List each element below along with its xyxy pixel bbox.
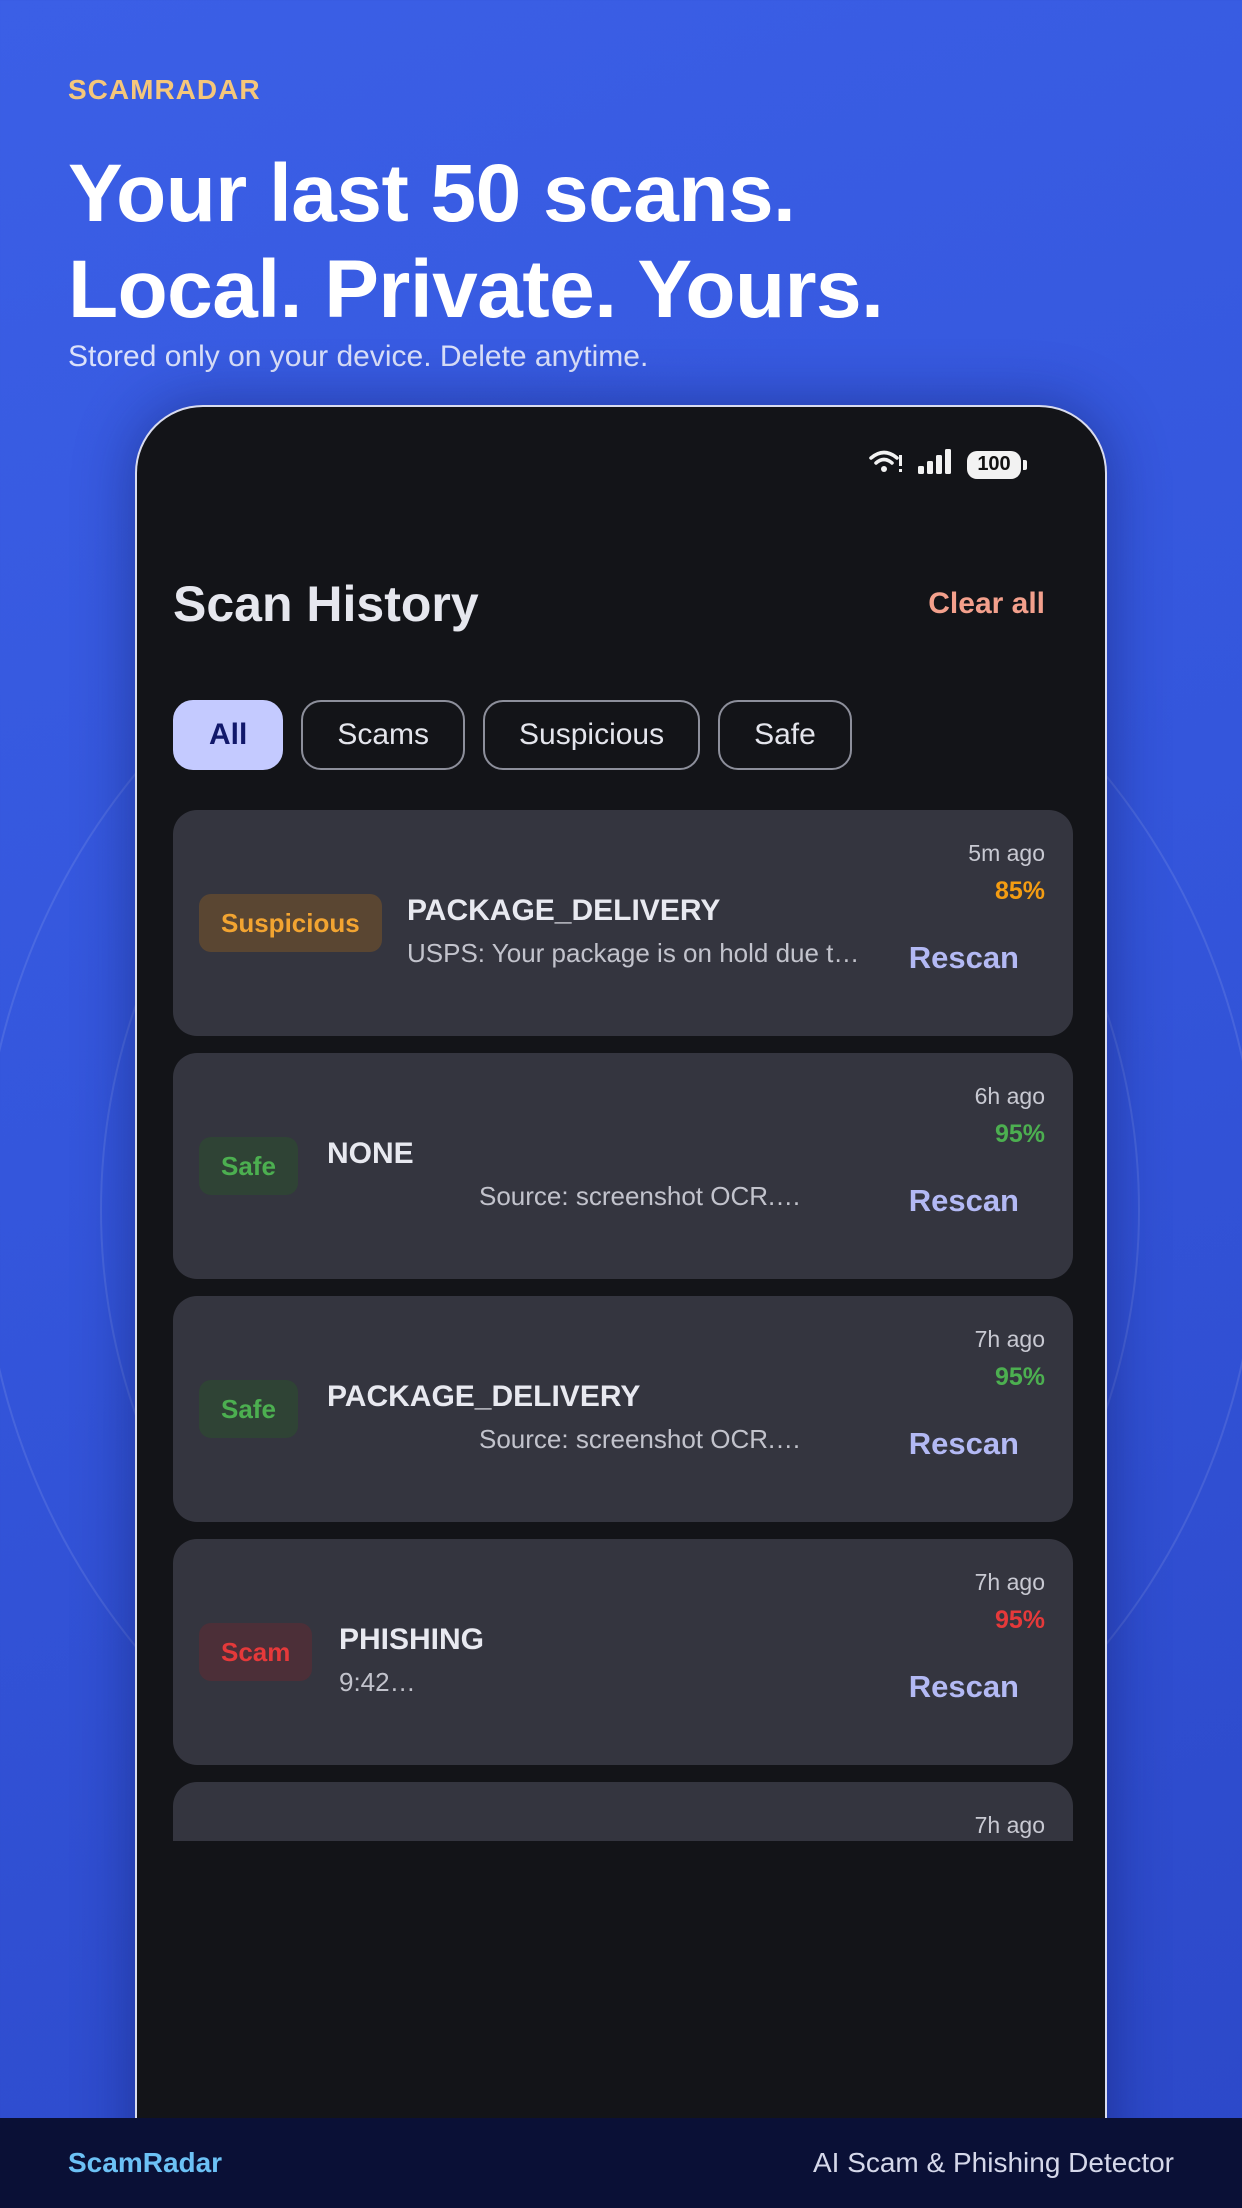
rescan-button[interactable]: Rescan (909, 1426, 1019, 1462)
promo-subline: Stored only on your device. Delete anyti… (68, 340, 649, 373)
footer-tagline: AI Scam & Phishing Detector (812, 2147, 1174, 2178)
rescan-button[interactable]: Rescan (909, 940, 1019, 976)
promo-headline-line2: Local. Private. Yours. (68, 244, 884, 335)
footer-brand: ScamRadar (68, 2147, 223, 2178)
status-badge: Safe (199, 1137, 298, 1195)
scan-time: 5m ago (968, 840, 1045, 866)
promo-headline-line1: Your last 50 scans. (68, 148, 796, 239)
scan-category: NONE (327, 1137, 414, 1170)
phone-frame: 100 Scan History Clear all All Scams Sus… (135, 405, 1107, 2208)
rescan-button[interactable]: Rescan (909, 1183, 1019, 1219)
scan-preview: Source: screenshot OCR.… (479, 1181, 802, 1211)
scan-confidence: 85% (994, 877, 1045, 905)
scan-card[interactable]: Safe NONE Source: screenshot OCR.… 6h ag… (173, 1053, 1073, 1279)
scan-card[interactable]: Safe PACKAGE_DELIVERY Source: screenshot… (173, 1296, 1073, 1522)
scan-category: PACKAGE_DELIVERY (407, 894, 721, 927)
scan-card[interactable]: 7h ago (173, 1782, 1073, 1841)
status-badge: Safe (199, 1380, 298, 1438)
promo-headline: Your last 50 scans. Local. Private. Your… (68, 146, 884, 338)
scan-time: 7h ago (974, 1326, 1045, 1352)
filter-chips: All Scams Suspicious Safe (173, 700, 852, 770)
scan-card[interactable]: Scam PHISHING 9:42… 7h ago 95% Rescan (173, 1539, 1073, 1765)
scan-time: 7h ago (974, 1812, 1045, 1838)
battery-icon: 100 (967, 450, 1027, 479)
rescan-button[interactable]: Rescan (909, 1669, 1019, 1705)
scan-preview: Source: screenshot OCR.… (479, 1424, 802, 1454)
scan-category: PHISHING (339, 1623, 485, 1656)
status-badge: Scam (199, 1623, 313, 1681)
scan-time: 6h ago (974, 1083, 1045, 1109)
promo-brand: SCAMRADAR (68, 74, 261, 105)
scan-confidence: 95% (994, 1606, 1045, 1634)
scan-confidence: 95% (994, 1120, 1045, 1148)
filter-chip-suspicious[interactable]: Suspicious (483, 700, 701, 770)
scan-card[interactable]: Suspicious PACKAGE_DELIVERY USPS: Your p… (173, 810, 1073, 1036)
filter-chip-all[interactable]: All (173, 700, 284, 770)
filter-chip-safe[interactable]: Safe (718, 700, 852, 770)
page-title: Scan History (173, 576, 479, 632)
filter-chip-scams[interactable]: Scams (301, 700, 466, 770)
scan-preview: USPS: Your package is on hold due t… (407, 938, 860, 968)
status-badge: Suspicious (199, 894, 382, 952)
scan-time: 7h ago (974, 1569, 1045, 1595)
wifi-icon (869, 449, 903, 480)
status-bar: 100 (869, 449, 1027, 480)
scan-category: PACKAGE_DELIVERY (327, 1380, 641, 1413)
scan-history-list[interactable]: Suspicious PACKAGE_DELIVERY USPS: Your p… (173, 810, 1073, 1841)
footer-bar: ScamRadar AI Scam & Phishing Detector (0, 2118, 1242, 2208)
scan-confidence: 95% (994, 1363, 1045, 1391)
clear-all-button[interactable]: Clear all (928, 587, 1045, 621)
signal-icon (917, 449, 953, 480)
scan-preview: 9:42… (339, 1667, 416, 1697)
